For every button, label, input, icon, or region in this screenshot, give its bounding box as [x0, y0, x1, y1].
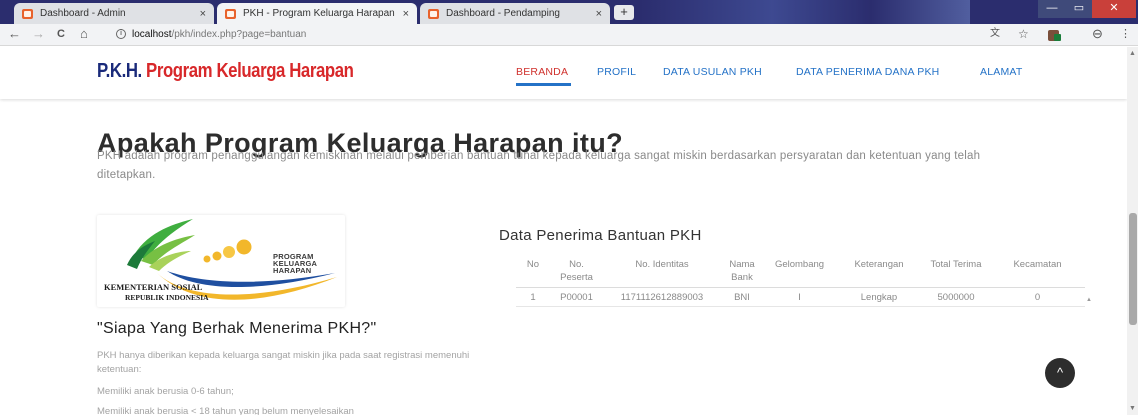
- tab-dashboard-pendamping[interactable]: Dashboard - Pendamping ×: [420, 3, 610, 24]
- site-navbar: P.K.H. Program Keluarga Harapan BERANDA …: [0, 47, 1127, 99]
- table-title: Data Penerima Bantuan PKH: [499, 227, 702, 244]
- col-gelombang: Gelombang: [763, 255, 836, 288]
- reload-icon[interactable]: C: [57, 27, 65, 41]
- cell-keterangan: Lengkap: [836, 287, 922, 307]
- criteria-intro: PKH hanya diberikan kepada keluarga sang…: [97, 350, 470, 375]
- bookmark-star-icon[interactable]: ☆: [1018, 27, 1029, 41]
- logo-org-line1: KEMENTERIAN SOSIAL: [104, 282, 203, 292]
- tab-title: Dashboard - Pendamping: [446, 8, 560, 19]
- kemensos-logo: PROGRAM KELUARGA HARAPAN KEMENTERIAN SOS…: [97, 215, 345, 307]
- extension-icon[interactable]: [1048, 30, 1061, 41]
- col-no-peserta: No. Peserta: [550, 255, 603, 288]
- page-viewport: P.K.H. Program Keluarga Harapan BERANDA …: [0, 47, 1127, 415]
- active-menu-underline: [516, 83, 571, 86]
- favicon-icon: [225, 8, 236, 19]
- section-heading: "Siapa Yang Berhak Menerima PKH?": [97, 320, 377, 337]
- favicon-icon: [428, 8, 439, 19]
- home-icon[interactable]: ⌂: [80, 27, 88, 41]
- cell-no-peserta: P00001: [550, 287, 603, 307]
- menu-data-usulan[interactable]: DATA USULAN PKH: [663, 66, 762, 78]
- account-icon[interactable]: ⊖: [1092, 27, 1103, 41]
- table-scroll-up-icon[interactable]: ▲: [1086, 297, 1092, 303]
- brand-full: Program Keluarga Harapan: [146, 60, 354, 82]
- close-tab-icon[interactable]: ×: [403, 8, 409, 20]
- tab-dashboard-admin[interactable]: Dashboard - Admin ×: [14, 3, 214, 24]
- menu-data-penerima[interactable]: DATA PENERIMA DANA PKH: [796, 66, 939, 78]
- tab-pkh[interactable]: PKH - Program Keluarga Harapan ×: [217, 3, 417, 24]
- info-icon[interactable]: i: [116, 29, 126, 40]
- col-no: No: [516, 255, 550, 288]
- menu-dots-icon[interactable]: ⋮: [1120, 27, 1131, 41]
- translate-icon[interactable]: 文: [990, 27, 1000, 41]
- table-header-row: No No. Peserta No. Identitas Nama Bank G…: [516, 255, 1085, 288]
- col-nama-bank: Nama Bank: [721, 255, 763, 288]
- forward-icon[interactable]: →: [32, 27, 45, 41]
- logo-pkh-label: PROGRAM KELUARGA HARAPAN: [273, 252, 318, 275]
- table-row: 1 P00001 1171112612889003 BNI I Lengkap …: [516, 287, 1085, 307]
- col-keterangan: Keterangan: [836, 255, 922, 288]
- scroll-up-icon[interactable]: ▲: [1129, 50, 1136, 57]
- cell-kecamatan: 0: [990, 287, 1085, 307]
- close-tab-icon[interactable]: ×: [596, 8, 602, 20]
- cell-gelombang: I: [763, 287, 836, 307]
- col-kecamatan: Kecamatan: [990, 255, 1085, 288]
- scrollbar-thumb[interactable]: [1129, 213, 1137, 325]
- criteria-item: Memiliki anak berusia 0-6 tahun;: [97, 386, 234, 397]
- cell-nama-bank: BNI: [721, 287, 763, 307]
- back-icon[interactable]: ←: [8, 27, 21, 41]
- menu-profil[interactable]: PROFIL: [597, 66, 636, 78]
- menu-beranda[interactable]: BERANDA: [516, 66, 568, 78]
- minimize-button[interactable]: —: [1038, 0, 1066, 18]
- close-window-button[interactable]: ✕: [1092, 0, 1136, 18]
- logo-org-line2: REPUBLIK INDONESIA: [125, 293, 209, 302]
- recipients-table: No No. Peserta No. Identitas Nama Bank G…: [516, 255, 1085, 307]
- intro-text: PKH adalah program penanggulangan kemisk…: [97, 150, 981, 181]
- tab-title: Dashboard - Admin: [40, 8, 126, 19]
- back-to-top-button[interactable]: ^: [1045, 358, 1075, 388]
- site-brand[interactable]: P.K.H. Program Keluarga Harapan: [97, 60, 354, 83]
- brand-short: P.K.H.: [97, 60, 142, 82]
- col-no-identitas: No. Identitas: [603, 255, 721, 288]
- cell-no-identitas: 1171112612889003: [603, 287, 721, 307]
- cell-no: 1: [516, 287, 550, 307]
- criteria-item: Memiliki anak berusia < 18 tahun yang be…: [97, 406, 354, 415]
- tab-title: PKH - Program Keluarga Harapan: [243, 8, 395, 19]
- new-tab-button[interactable]: +: [614, 5, 634, 20]
- address-bar: ← → C ⌂ i localhost/pkh/index.php?page=ba…: [0, 24, 1138, 46]
- col-total-terima: Total Terima: [922, 255, 990, 288]
- url-field[interactable]: i localhost/pkh/index.php?page=bantuan: [116, 27, 306, 42]
- favicon-icon: [22, 8, 33, 19]
- menu-alamat[interactable]: ALAMAT: [980, 66, 1022, 78]
- cell-total-terima: 5000000: [922, 287, 990, 307]
- url-path: /pkh/index.php?page=bantuan: [171, 29, 307, 40]
- maximize-button[interactable]: ▭: [1066, 0, 1092, 18]
- scroll-down-icon[interactable]: ▼: [1129, 405, 1136, 412]
- url-host: localhost: [132, 29, 172, 40]
- browser-tab-bar: Dashboard - Admin × PKH - Program Keluar…: [0, 0, 1138, 24]
- close-tab-icon[interactable]: ×: [200, 8, 206, 20]
